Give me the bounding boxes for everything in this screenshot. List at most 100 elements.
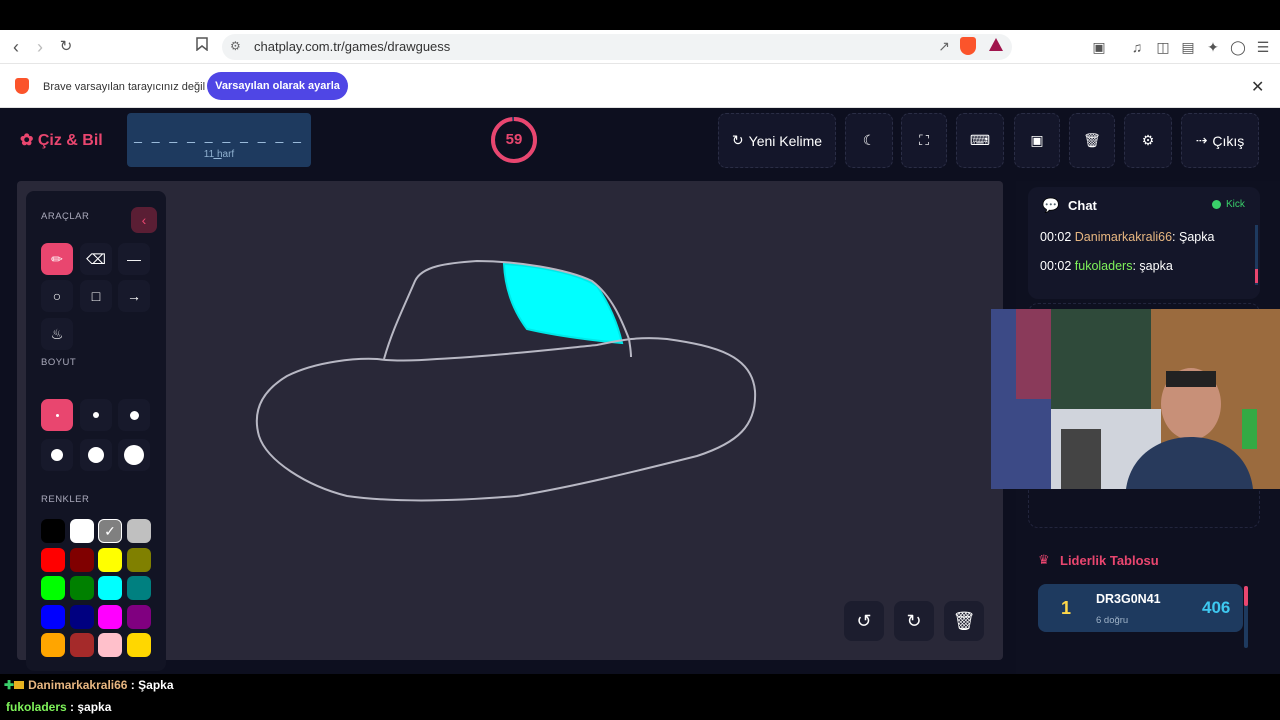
size-2-button[interactable] (80, 399, 112, 431)
color-swatch[interactable] (126, 604, 151, 629)
close-icon[interactable]: ✕ (1251, 77, 1264, 97)
trash-icon: 🗑 (1083, 132, 1101, 148)
color-swatch[interactable] (98, 547, 122, 572)
browser-toolbar: ‹ › ↻ ⚙ chatplay.com.tr/games/drawguess … (0, 30, 1280, 64)
color-swatch[interactable] (126, 633, 151, 657)
set-default-button[interactable]: Varsayılan olarak ayarla (207, 72, 348, 100)
chat-scroll-thumb[interactable] (1255, 269, 1258, 283)
stream-text: şapka (77, 700, 112, 714)
paint-bucket-icon: ♨ (50, 325, 64, 342)
forward-icon[interactable]: › (30, 37, 50, 57)
collapse-panel-button[interactable]: ‹ (131, 207, 157, 233)
color-swatch[interactable] (98, 604, 122, 629)
message-time: 00:02 (1040, 230, 1072, 244)
infobar-text: Brave varsayılan tarayıcınız değil (43, 81, 206, 93)
crown-icon: ♛ (1038, 552, 1050, 567)
dark-mode-button[interactable]: ☾ (845, 113, 893, 168)
stream-text: Şapka (138, 678, 174, 692)
color-swatch[interactable] (69, 519, 94, 543)
archive-button[interactable]: ▣ (1014, 113, 1060, 168)
eraser-tool[interactable]: ⌫ (80, 243, 112, 275)
fill-tool[interactable]: ♨ (41, 318, 73, 350)
clear-canvas-button[interactable]: 🗑 (944, 601, 984, 641)
brave-logo-icon (15, 78, 29, 94)
media-icon[interactable]: ♫ (1128, 38, 1146, 56)
arrow-tool[interactable]: → (118, 280, 150, 312)
color-swatch[interactable] (126, 519, 151, 543)
size-3-button[interactable] (118, 399, 150, 431)
address-bar[interactable]: ⚙ chatplay.com.tr/games/drawguess ↗ (222, 34, 1012, 60)
menu-icon[interactable]: ☰ (1254, 38, 1272, 56)
exit-label: Çıkış (1212, 132, 1245, 149)
message-time: 00:02 (1040, 259, 1072, 273)
undo-button[interactable]: ↺ (844, 601, 884, 641)
kick-icon: ✚ (4, 678, 15, 692)
chat-panel: 💬 Chat Kick 00:02 Danimarkakrali66: Şapk… (1028, 187, 1260, 299)
new-word-label: Yeni Kelime (748, 132, 823, 149)
fullscreen-button[interactable]: ⛶ (901, 113, 947, 168)
tool-panel: ARAÇLAR ‹ ✏ ⌫ — ○ □ → ♨ BOYUT RENKLER ✓ (26, 191, 166, 671)
size-6-button[interactable] (118, 439, 150, 471)
color-swatch[interactable] (126, 576, 151, 600)
new-word-button[interactable]: ↻ Yeni Kelime (718, 113, 836, 168)
brave-rewards-icon[interactable] (988, 37, 1004, 58)
gear-icon: ⚙ (1141, 132, 1155, 148)
color-swatch[interactable]: ✓ (98, 519, 122, 543)
color-swatch[interactable] (69, 633, 94, 657)
chat-message: 00:02 Danimarkakrali66: Şapka (1040, 230, 1214, 244)
color-swatch[interactable] (41, 633, 65, 657)
stream-sep: : (127, 678, 139, 692)
refresh-icon: ↻ (731, 132, 744, 148)
keyboard-button[interactable]: ⌨ (956, 113, 1004, 168)
eraser-icon: ⌫ (86, 250, 106, 267)
message-sep: : (1132, 259, 1136, 273)
redo-button[interactable]: ↻ (894, 601, 934, 641)
leaderboard-scroll-thumb[interactable] (1244, 586, 1248, 606)
site-settings-icon[interactable]: ⚙ (230, 39, 241, 53)
size-dot (93, 412, 99, 418)
color-swatch[interactable] (41, 604, 65, 629)
size-1-button[interactable] (41, 399, 73, 431)
wallet-icon[interactable]: ▤ (1179, 38, 1197, 56)
size-5-button[interactable] (80, 439, 112, 471)
bookmark-icon[interactable] (192, 37, 212, 57)
settings-button[interactable]: ⚙ (1124, 113, 1172, 168)
back-icon[interactable]: ‹ (6, 37, 26, 57)
reload-icon[interactable]: ↻ (56, 37, 76, 57)
color-swatch[interactable] (41, 519, 65, 543)
trash-icon: 🗑 (952, 610, 976, 631)
leo-icon[interactable]: ✦ (1204, 38, 1222, 56)
size-4-button[interactable] (41, 439, 73, 471)
vpn-icon[interactable]: ◯ (1229, 38, 1247, 56)
color-swatch[interactable] (69, 547, 94, 572)
leaderboard-panel: ♛ Liderlik Tablosu 1 DR3G0N41 6 doğru 40… (1028, 536, 1260, 648)
sidebar-icon[interactable]: ◫ (1154, 38, 1172, 56)
color-swatch[interactable] (69, 604, 94, 629)
brave-shields-icon[interactable] (960, 37, 976, 55)
rectangle-tool[interactable]: □ (80, 280, 112, 312)
color-swatch[interactable] (98, 576, 122, 600)
line-tool[interactable]: — (118, 243, 150, 275)
color-swatch[interactable] (41, 576, 65, 600)
colors-heading: RENKLER (41, 494, 90, 505)
brush-tool[interactable]: ✏ (41, 243, 73, 275)
share-icon[interactable]: ↗ (938, 38, 950, 55)
color-swatch[interactable] (69, 576, 94, 600)
color-swatch[interactable] (41, 547, 65, 572)
stream-user: Danimarkakrali66 (28, 678, 128, 692)
game-header: ✿ Çiz & Bil _ _ _ _ _ _ _ _ _ _ _ 11 har… (0, 108, 1280, 174)
player-score: 406 (1202, 598, 1231, 617)
badge-icon (14, 681, 25, 689)
stream-chat-overlay: ✚ Danimarkakrali66 : Şapka fukoladers : ş… (0, 674, 1280, 720)
circle-tool[interactable]: ○ (41, 280, 73, 312)
clear-button[interactable]: 🗑 (1069, 113, 1115, 168)
message-text: şapka (1139, 259, 1173, 273)
color-swatch[interactable] (126, 547, 151, 572)
screenshot-icon[interactable]: ▣ (1090, 38, 1108, 56)
color-swatch[interactable] (98, 633, 122, 657)
exit-button[interactable]: ⇢ Çıkış (1181, 113, 1259, 168)
webcam-feed (991, 309, 1280, 489)
logout-icon: ⇢ (1195, 132, 1208, 148)
top-black-bar (0, 0, 1280, 30)
status-dot (1212, 200, 1221, 209)
